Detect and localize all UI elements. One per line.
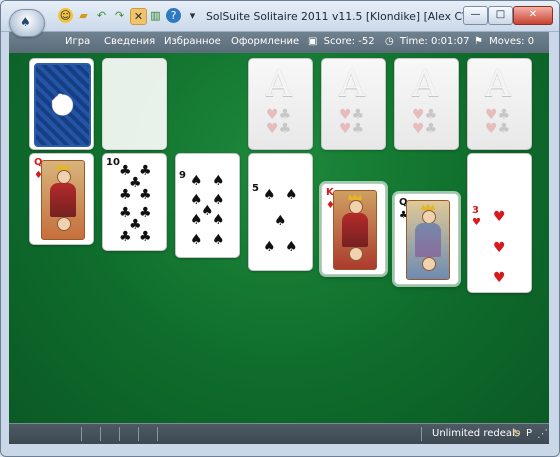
tableau-card-col7[interactable]: 3 ♥ ♥ ♥ ♥ xyxy=(467,153,532,293)
tableau-card-col6[interactable]: Q ♣ xyxy=(394,193,459,285)
menu-bar: Игра Сведения Избранное Оформление ▣ Sco… xyxy=(9,32,549,53)
menu-info[interactable]: Сведения xyxy=(104,36,155,47)
foundation-letter: A xyxy=(339,64,365,105)
redo-icon[interactable]: ↷ xyxy=(112,8,127,23)
maximize-icon: □ xyxy=(495,9,506,20)
chart-icon[interactable]: ▥ xyxy=(148,8,163,23)
title-bar: ♠ ☺ ▰ ↶ ↷ ✕ ▥ ? ▾ SolSuite Solitaire 201… xyxy=(1,1,559,37)
resize-grip-icon[interactable]: ⋰ xyxy=(537,427,548,440)
redeal-icon: ↻ xyxy=(512,427,522,440)
card-rank: 3 xyxy=(472,205,479,216)
waste-pile[interactable] xyxy=(102,58,167,150)
cards-icon: ♠ xyxy=(20,15,31,29)
foundation-letter: A xyxy=(412,64,438,105)
foundation-1[interactable]: A ♥♣ ♥♣ xyxy=(248,58,313,150)
time-display: ◷ Time: 0:01:07 xyxy=(385,36,470,47)
status-bar: Unlimited redeals ↻ P ⋰ xyxy=(9,423,549,444)
foundation-letter: A xyxy=(485,64,511,105)
status-extra: P xyxy=(526,428,533,439)
smiley-icon[interactable]: ☺ xyxy=(58,8,73,23)
menu-appearance[interactable]: Оформление xyxy=(231,36,299,47)
tools-icon[interactable]: ✕ xyxy=(130,8,147,25)
clock-icon: ◷ xyxy=(385,36,394,47)
solitaire-window: ♠ ☺ ▰ ↶ ↷ ✕ ▥ ? ▾ SolSuite Solitaire 201… xyxy=(0,0,560,457)
foundation-pips: ♥♣ ♥♣ xyxy=(266,107,292,137)
card-rank: 10 xyxy=(106,157,120,168)
moves-display: ⚑ Moves: 0 xyxy=(474,36,534,47)
card-suit-icon: ♥ xyxy=(472,217,481,228)
tableau-card-col3[interactable]: 9 ♠ ♠ ♠ ♠ ♠ ♠ ♠ ♠ ♠ xyxy=(175,153,240,258)
score-display: ▣ Score: -52 xyxy=(308,36,375,47)
maximize-button[interactable]: □ xyxy=(488,6,513,25)
score-label: Score: xyxy=(323,36,356,47)
foundation-pips: ♥♣ ♥♣ xyxy=(412,107,438,137)
foundation-4[interactable]: A ♥♣ ♥♣ xyxy=(467,58,532,150)
close-icon: ✕ xyxy=(528,9,538,20)
tableau-card-col1[interactable]: Q ♦ xyxy=(29,153,94,245)
foundation-letter: A xyxy=(266,64,292,105)
card-rank: 5 xyxy=(252,183,259,194)
dropdown-icon[interactable]: ▾ xyxy=(185,8,200,23)
app-menu-button[interactable]: ♠ xyxy=(9,9,45,37)
help-icon[interactable]: ? xyxy=(166,8,181,23)
score-icon: ▣ xyxy=(308,36,318,47)
card-rank: 9 xyxy=(179,170,186,181)
queen-face xyxy=(406,200,450,280)
moves-icon: ⚑ xyxy=(474,36,483,47)
foundation-pips: ♥♣ ♥♣ xyxy=(485,107,511,137)
queen-face xyxy=(41,160,85,240)
undo-icon[interactable]: ↶ xyxy=(94,8,109,23)
moves-value: 0 xyxy=(527,36,535,47)
tableau-card-col2[interactable]: 10 ♣ ♣ ♣ ♣ ♣ ♣ ♣ ♣ ♣ ♣ xyxy=(102,153,167,251)
minimize-icon: — xyxy=(470,9,481,20)
foundation-2[interactable]: A ♥♣ ♥♣ xyxy=(321,58,386,150)
moves-label: Moves: xyxy=(489,36,525,47)
close-button[interactable]: ✕ xyxy=(513,6,553,25)
ornament-icon: ✣ xyxy=(51,91,70,116)
stock-pile[interactable]: ✣ xyxy=(29,58,94,150)
menu-game[interactable]: Игра xyxy=(65,36,90,47)
king-face xyxy=(333,190,377,270)
status-text: Unlimited redeals xyxy=(432,428,520,439)
score-value: -52 xyxy=(358,36,375,47)
minimize-button[interactable]: — xyxy=(463,6,488,25)
game-table: ✣ A ♥♣ ♥♣ A ♥♣ ♥♣ A ♥♣ ♥♣ A ♥♣ ♥♣ Q ♦ 10 ♣ ♣ … xyxy=(9,53,549,423)
menu-favorites[interactable]: Избранное xyxy=(164,36,221,47)
time-label: Time: xyxy=(399,36,428,47)
foundation-pips: ♥♣ ♥♣ xyxy=(339,107,365,137)
tableau-card-col4[interactable]: 5 ♠ ♠ ♠ ♠ ♠ xyxy=(248,153,313,271)
foundation-3[interactable]: A ♥♣ ♥♣ xyxy=(394,58,459,150)
time-value: 0:01:07 xyxy=(430,36,470,47)
folder-icon[interactable]: ▰ xyxy=(76,8,91,23)
tableau-card-col5[interactable]: K ♦ xyxy=(321,183,386,275)
